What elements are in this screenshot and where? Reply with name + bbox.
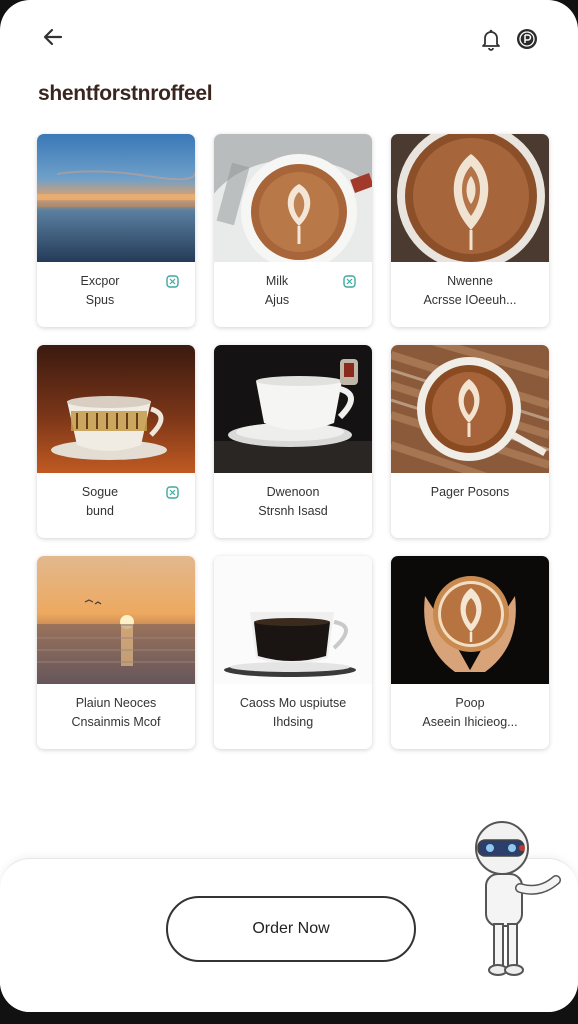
top-bar — [0, 0, 578, 80]
back-button[interactable] — [38, 22, 68, 52]
product-card[interactable]: Pager Posons — [391, 345, 549, 538]
product-name: Excpor Spus — [80, 274, 120, 307]
product-card[interactable]: Milk Ajus — [214, 134, 372, 327]
page-title: shentforstnroffeel — [38, 82, 213, 105]
tag-icon — [166, 486, 179, 499]
product-image — [391, 134, 549, 262]
arrow-left-icon — [43, 28, 63, 46]
product-card[interactable]: Poop Aseein Ihicieog... — [391, 556, 549, 749]
product-name: Milk Ajus — [264, 274, 290, 307]
product-card[interactable]: Plaiun Neoces Cnsainmis Mcof — [37, 556, 195, 749]
product-image — [37, 556, 195, 684]
product-name: Nwenne Acrsse IOeeuh... — [423, 274, 517, 307]
product-card[interactable]: Dwenoon Strsnh Isasd — [214, 345, 372, 538]
product-image — [391, 345, 549, 473]
product-card[interactable]: Sogue bund — [37, 345, 195, 538]
product-name: Dwenoon Strsnh Isasd — [258, 485, 328, 518]
profile-button[interactable] — [512, 24, 542, 54]
robot-mascot-icon — [475, 821, 561, 976]
product-card[interactable]: Excpor Spus — [37, 134, 195, 327]
product-card[interactable]: Nwenne Acrsse IOeeuh... — [391, 134, 549, 327]
product-card[interactable]: Caoss Mo uspiutse Ihdsing — [214, 556, 372, 749]
product-name: Poop Aseein Ihicieog... — [422, 696, 518, 729]
app-screen: shentforstnroffeel Excpor Spus Milk Ajus… — [0, 0, 578, 1012]
product-image — [37, 134, 195, 262]
bell-icon — [482, 29, 500, 51]
user-circle-icon — [517, 29, 537, 49]
product-name: Plaiun Neoces Cnsainmis Mcof — [71, 696, 161, 729]
product-image — [37, 345, 195, 473]
product-name: Pager Posons — [430, 485, 510, 499]
notifications-button[interactable] — [476, 24, 506, 54]
product-image — [214, 556, 372, 684]
tag-icon — [343, 275, 356, 288]
product-image — [214, 134, 372, 262]
product-image — [391, 556, 549, 684]
order-now-button[interactable]: Order Now — [166, 896, 416, 962]
tag-icon — [166, 275, 179, 288]
product-image — [214, 345, 372, 473]
product-name: Sogue bund — [81, 485, 119, 518]
product-name: Caoss Mo uspiutse Ihdsing — [239, 696, 347, 729]
